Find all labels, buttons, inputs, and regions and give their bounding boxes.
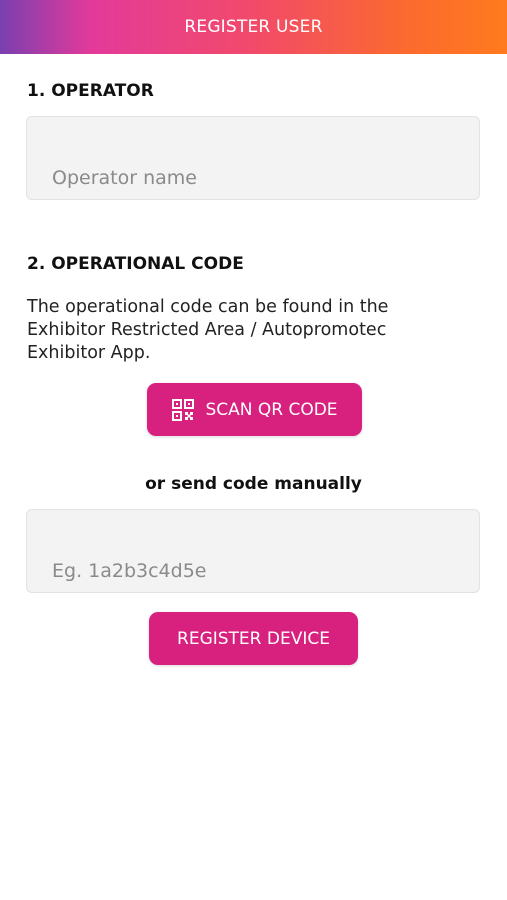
operator-name-field-container — [26, 116, 480, 200]
manual-code-label: or send code manually — [145, 474, 362, 494]
operational-code-section-title: 2. OPERATIONAL CODE — [27, 254, 244, 274]
page-title: REGISTER USER — [184, 17, 323, 37]
scan-qr-code-button[interactable]: SCAN QR CODE — [147, 383, 362, 436]
operator-name-input[interactable] — [27, 117, 479, 199]
scan-qr-code-label: SCAN QR CODE — [205, 399, 338, 420]
operational-code-input[interactable] — [27, 510, 479, 592]
qr-code-icon — [172, 398, 195, 421]
app-header: REGISTER USER — [0, 0, 507, 54]
operational-code-description: The operational code can be found in the… — [27, 297, 389, 363]
operator-section-title: 1. OPERATOR — [27, 81, 154, 101]
register-device-label: REGISTER DEVICE — [177, 628, 330, 649]
code-field-container — [26, 509, 480, 593]
register-device-button[interactable]: REGISTER DEVICE — [149, 612, 358, 665]
